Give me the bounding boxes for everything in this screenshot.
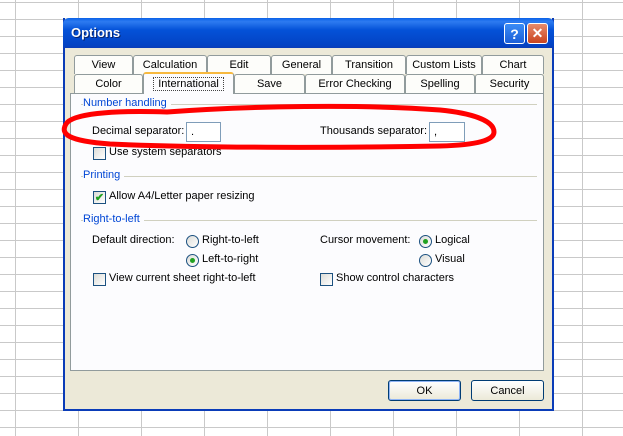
radio-logical-label: Logical xyxy=(435,234,470,246)
tab-custom-lists[interactable]: Custom Lists xyxy=(406,55,482,74)
group-divider xyxy=(81,220,537,221)
tab-security[interactable]: Security xyxy=(475,74,544,93)
radio-right-to-left[interactable] xyxy=(186,235,199,248)
radio-logical[interactable] xyxy=(419,235,432,248)
help-button[interactable]: ? xyxy=(504,23,525,44)
window-title: Options xyxy=(71,25,121,40)
tab-chart[interactable]: Chart xyxy=(482,55,544,74)
decimal-separator-input[interactable] xyxy=(186,122,221,142)
printing-title: Printing xyxy=(83,169,125,181)
international-panel: Number handling Decimal separator: Thous… xyxy=(70,93,544,371)
group-divider xyxy=(81,176,537,177)
allow-resize-label: Allow A4/Letter paper resizing xyxy=(109,190,255,202)
tab-color[interactable]: Color xyxy=(74,74,143,93)
rtl-title: Right-to-left xyxy=(83,213,144,225)
radio-visual-label: Visual xyxy=(435,253,465,265)
tab-transition[interactable]: Transition xyxy=(332,55,406,74)
tab-save[interactable]: Save xyxy=(234,74,305,93)
show-control-chars-label: Show control characters xyxy=(336,272,454,284)
check-icon: ✔ xyxy=(94,192,105,204)
decimal-separator-label: Decimal separator: xyxy=(92,125,185,137)
allow-resize-checkbox[interactable]: ✔ xyxy=(93,191,106,204)
radio-visual[interactable] xyxy=(419,254,432,267)
radio-left-to-right-label: Left-to-right xyxy=(202,253,259,265)
default-direction-label: Default direction: xyxy=(92,234,175,246)
show-control-chars-checkbox[interactable] xyxy=(320,273,333,286)
cancel-button[interactable]: Cancel xyxy=(471,380,544,401)
use-system-separators-checkbox[interactable] xyxy=(93,147,106,160)
number-handling-title: Number handling xyxy=(83,97,171,109)
cursor-movement-label: Cursor movement: xyxy=(320,234,411,246)
tab-view[interactable]: View xyxy=(74,55,133,74)
tab-error-checking[interactable]: Error Checking xyxy=(305,74,405,93)
close-icon: ✕ xyxy=(531,25,544,41)
options-dialog: Options ? ✕ View Calculation Edit Genera… xyxy=(63,18,554,411)
tab-international[interactable]: International xyxy=(143,72,234,94)
radio-right-to-left-label: Right-to-left xyxy=(202,234,259,246)
radio-left-to-right[interactable] xyxy=(186,254,199,267)
help-icon: ? xyxy=(510,25,519,42)
thousands-separator-input[interactable] xyxy=(429,122,465,142)
thousands-separator-label: Thousands separator: xyxy=(320,125,428,137)
title-bar[interactable]: Options ? ✕ xyxy=(63,18,554,48)
use-system-separators-label: Use system separators xyxy=(109,146,222,158)
ok-button[interactable]: OK xyxy=(388,380,461,401)
view-sheet-rtl-label: View current sheet right-to-left xyxy=(109,272,256,284)
tab-general[interactable]: General xyxy=(271,55,332,74)
tab-spelling[interactable]: Spelling xyxy=(405,74,475,93)
close-button[interactable]: ✕ xyxy=(527,23,548,44)
view-sheet-rtl-checkbox[interactable] xyxy=(93,273,106,286)
